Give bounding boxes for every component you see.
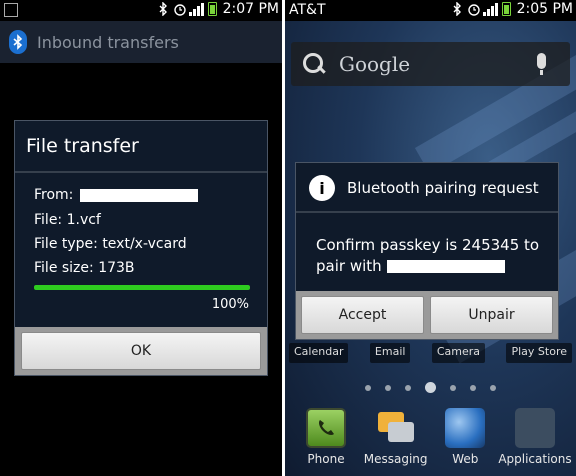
- applications-app[interactable]: Applications: [498, 408, 572, 476]
- app-dock: Phone Messaging Web Applications: [285, 408, 576, 476]
- dialog-divider: [296, 211, 558, 213]
- web-app[interactable]: Web: [432, 408, 498, 476]
- microphone-icon[interactable]: [537, 53, 546, 75]
- page-dot: [490, 384, 496, 391]
- right-phone-screen: AT&T 2:05 PM Google i Bluetooth pairing …: [285, 0, 576, 476]
- file-type: File type: text/x-vcard: [34, 236, 187, 252]
- page-dot: [405, 384, 411, 391]
- notification-icon: [4, 3, 18, 17]
- battery-icon: [207, 2, 217, 16]
- messaging-icon: [376, 408, 416, 448]
- from-field: From:: [34, 187, 198, 203]
- signal-icon: [188, 2, 204, 16]
- app-title-bar: Inbound transfers: [0, 21, 282, 63]
- widget-labels: Calendar Email Camera Play Store: [285, 343, 576, 363]
- app-label: Web: [452, 452, 479, 466]
- pairing-message-line2-wrap: pair with: [316, 256, 552, 277]
- left-phone-screen: 2:07 PM Inbound transfers File transfer …: [0, 0, 282, 476]
- page-dot: [470, 384, 476, 391]
- dialog-button-bar: Accept Unpair: [296, 291, 558, 339]
- ok-button[interactable]: OK: [21, 332, 261, 370]
- redacted-device-name: [387, 260, 506, 273]
- phone-icon: [306, 408, 346, 448]
- dialog-button-bar: OK: [15, 327, 267, 375]
- progress-percent: 100%: [211, 297, 249, 312]
- calendar-shortcut[interactable]: Calendar: [289, 343, 349, 363]
- google-search-bar[interactable]: Google: [291, 42, 570, 86]
- app-label: Phone: [307, 452, 345, 466]
- globe-icon: [445, 408, 486, 448]
- pairing-message-line1: Confirm passkey is 245345 to: [316, 236, 540, 254]
- app-label: Applications: [498, 452, 572, 466]
- email-shortcut[interactable]: Email: [369, 343, 411, 363]
- page-dot-active: [425, 382, 436, 393]
- bluetooth-icon: [451, 1, 463, 17]
- status-bar: 2:07 PM: [0, 0, 282, 21]
- dialog-divider: [15, 171, 267, 173]
- accept-button[interactable]: Accept: [301, 296, 424, 334]
- file-transfer-dialog: File transfer From: File: 1.vcf File typ…: [14, 120, 268, 376]
- play-store-shortcut[interactable]: Play Store: [506, 343, 572, 363]
- camera-shortcut[interactable]: Camera: [431, 343, 486, 363]
- info-icon: i: [309, 175, 335, 201]
- transfer-progress-bar: [34, 285, 250, 290]
- messaging-app[interactable]: Messaging: [363, 408, 429, 476]
- redacted-sender: [79, 188, 198, 202]
- dialog-title: File transfer: [26, 135, 139, 157]
- pairing-message: Confirm passkey is 245345 to pair with: [316, 235, 552, 277]
- alarm-icon: [467, 2, 480, 16]
- search-icon: [303, 53, 325, 75]
- page-indicator: [285, 382, 576, 393]
- status-bar: AT&T 2:05 PM: [285, 0, 576, 21]
- carrier-name: AT&T: [289, 2, 326, 18]
- file-size: File size: 173B: [34, 260, 135, 276]
- phone-app[interactable]: Phone: [293, 408, 359, 476]
- unpair-button[interactable]: Unpair: [430, 296, 553, 334]
- alarm-icon: [173, 2, 186, 16]
- battery-icon: [501, 2, 511, 16]
- app-label: Messaging: [363, 452, 428, 466]
- bluetooth-logo-icon: [9, 30, 27, 54]
- page-dot: [385, 384, 391, 391]
- page-title: Inbound transfers: [37, 32, 179, 52]
- signal-icon: [482, 2, 498, 16]
- dialog-title: Bluetooth pairing request: [347, 179, 539, 197]
- status-time: 2:07 PM: [222, 1, 279, 17]
- status-time: 2:05 PM: [516, 1, 573, 17]
- pairing-message-line2: pair with: [316, 257, 382, 275]
- apps-grid-icon: [514, 408, 555, 448]
- page-dot: [450, 384, 456, 391]
- bluetooth-pairing-dialog: i Bluetooth pairing request Confirm pass…: [295, 162, 559, 340]
- file-name: File: 1.vcf: [34, 212, 101, 228]
- from-label: From:: [34, 187, 74, 203]
- page-dot: [365, 384, 371, 391]
- progress-fill: [34, 285, 250, 290]
- bluetooth-icon: [157, 1, 169, 17]
- search-placeholder: Google: [339, 52, 411, 76]
